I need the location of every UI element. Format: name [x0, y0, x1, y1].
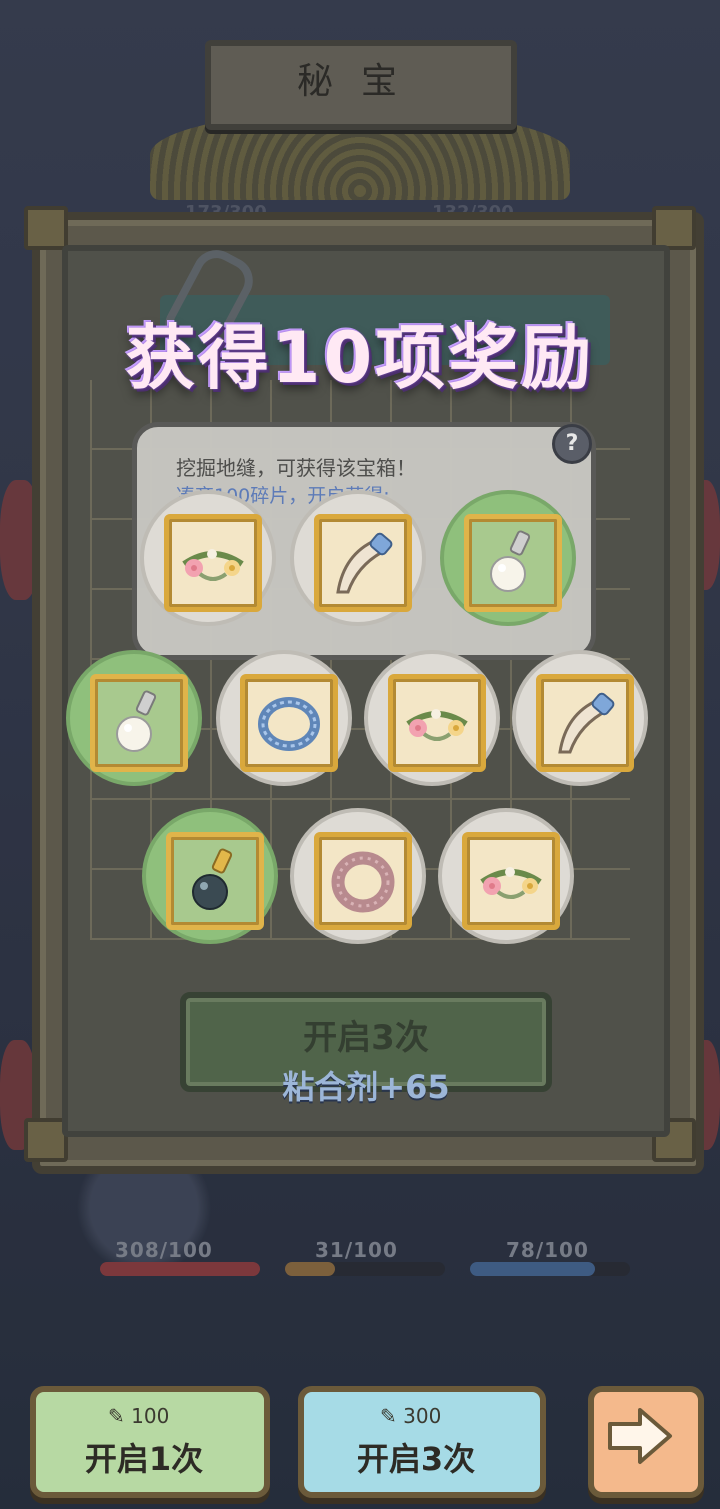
reward-card	[536, 674, 634, 772]
help-icon[interactable]: ?	[552, 424, 592, 464]
progress-label-1: 308/100	[115, 1238, 213, 1262]
reward-card	[240, 674, 338, 772]
reward-slot[interactable]	[290, 490, 426, 626]
reward-slot[interactable]	[142, 808, 278, 944]
blue-ring-icon	[250, 684, 328, 766]
open-1-cost-value: 100	[131, 1404, 170, 1428]
panel-corner-tl	[24, 206, 68, 250]
open-1-label: 开启1次	[84, 1440, 204, 1478]
reward-card	[314, 832, 412, 930]
open-3-button[interactable]: ✎ 300 开启3次	[298, 1386, 546, 1498]
flower-wreath-icon	[398, 684, 476, 766]
reward-slot[interactable]	[438, 808, 574, 944]
open-3-cost: ✎ 300	[380, 1404, 441, 1428]
reward-card	[166, 832, 264, 930]
open-3-label: 开启3次	[356, 1440, 476, 1478]
panel-open3-label: 开启3次	[303, 1018, 429, 1058]
open-1-button[interactable]: ✎ 100 开启1次	[30, 1386, 270, 1498]
flower-wreath-icon	[472, 842, 550, 924]
glue-reward-text: 粘合剂+65	[282, 1068, 450, 1106]
reward-slot[interactable]	[290, 808, 426, 944]
horn-icon	[324, 524, 402, 606]
progress-fill-1	[100, 1262, 260, 1276]
progress-bar-2	[285, 1262, 445, 1276]
reward-slot[interactable]	[364, 650, 500, 786]
progress-bar-3	[470, 1262, 630, 1276]
glue-icon: ✎	[108, 1404, 125, 1428]
flower-wreath-icon	[174, 524, 252, 606]
pink-ring-icon	[324, 842, 402, 924]
reward-card	[388, 674, 486, 772]
progress-label-2: 31/100	[315, 1238, 398, 1262]
black-pearl-pendant-icon	[176, 842, 254, 924]
reward-card	[164, 514, 262, 612]
pearl-pendant-icon	[100, 684, 178, 766]
reward-slot[interactable]	[216, 650, 352, 786]
pearl-pendant-icon	[474, 524, 552, 606]
open-3-cost-value: 300	[403, 1404, 442, 1428]
reward-title: 获得10项奖励	[125, 317, 595, 399]
arrow-right-icon	[608, 1408, 672, 1464]
next-button[interactable]	[588, 1386, 704, 1498]
progress-fill-2	[285, 1262, 335, 1276]
reward-card	[462, 832, 560, 930]
reward-slot[interactable]	[512, 650, 648, 786]
glue-icon: ✎	[380, 1404, 397, 1428]
reward-slot[interactable]	[140, 490, 276, 626]
reward-slot[interactable]	[66, 650, 202, 786]
reward-card	[90, 674, 188, 772]
progress-fill-3	[470, 1262, 595, 1276]
reward-card	[464, 514, 562, 612]
reward-card	[314, 514, 412, 612]
reward-slot[interactable]	[440, 490, 576, 626]
open-1-cost: ✎ 100	[108, 1404, 169, 1428]
progress-bar-1	[100, 1262, 260, 1276]
popup-line-1: 挖掘地缝，可获得该宝箱！	[176, 456, 416, 480]
horn-icon	[546, 684, 624, 766]
progress-label-3: 78/100	[506, 1238, 589, 1262]
panel-corner-tr	[652, 206, 696, 250]
page-title: 秘宝	[296, 61, 425, 102]
